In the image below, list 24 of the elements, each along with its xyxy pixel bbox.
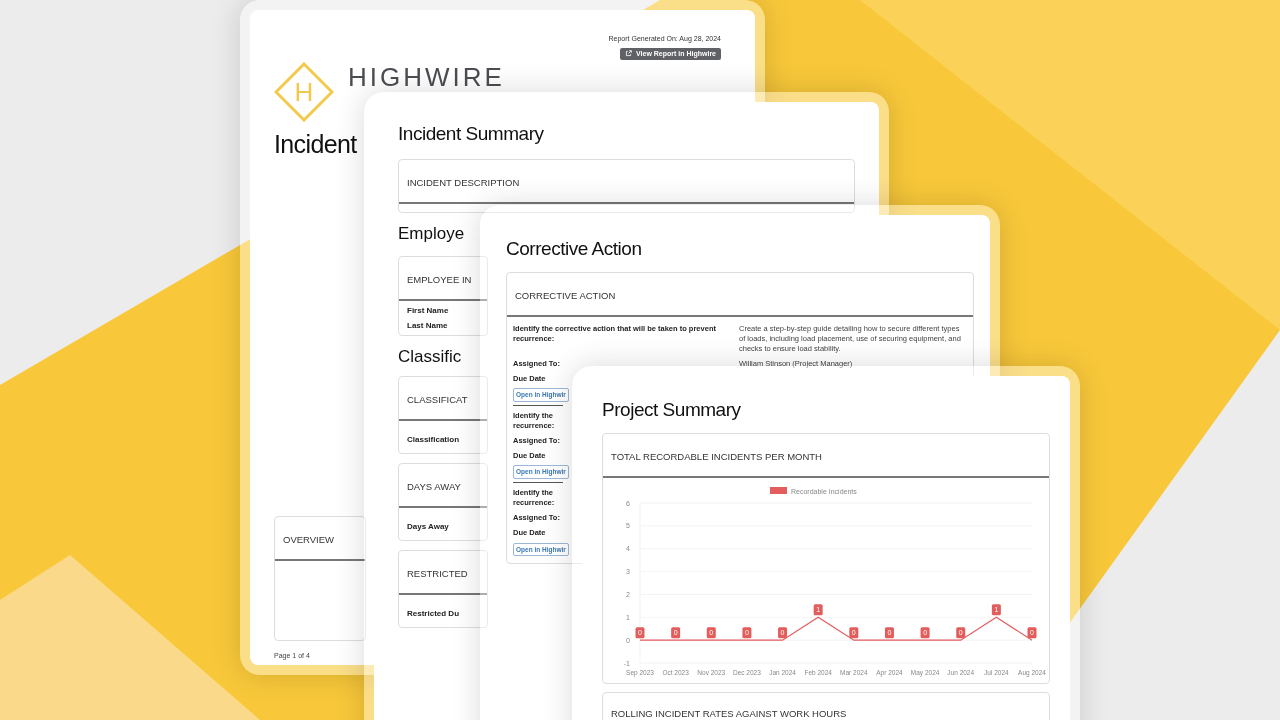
- section-title: Classific: [398, 346, 462, 368]
- page-title: Corrective Action: [506, 237, 642, 261]
- report-title: Incident: [274, 129, 357, 160]
- field-label: Days Away: [407, 521, 449, 531]
- section-header: CORRECTIVE ACTION: [515, 289, 616, 301]
- external-link-icon: [625, 50, 632, 58]
- section-title: Employe: [398, 222, 465, 245]
- section-header: INCIDENT DESCRIPTION: [407, 176, 520, 188]
- logo-icon: H: [274, 62, 334, 122]
- section-header: EMPLOYEE IN: [407, 274, 472, 285]
- page-title: Incident Summary: [398, 122, 544, 146]
- section-header: OVERVIEW: [283, 533, 335, 545]
- field-label: Classification: [407, 434, 459, 444]
- field-label: Restricted Du: [407, 608, 459, 618]
- page-title: Project Summary: [602, 398, 741, 422]
- section-header: DAYS AWAY: [407, 480, 461, 492]
- section-header: ROLLING INCIDENT RATES AGAINST WORK HOURS: [611, 707, 847, 719]
- brand-name: HIGHWIRE: [348, 62, 505, 92]
- section-header: RESTRICTED: [407, 567, 468, 579]
- section-header: CLASSIFICAT: [407, 393, 468, 405]
- legend-swatch: [770, 486, 787, 494]
- field-label: Last Name: [407, 320, 448, 332]
- section-header: TOTAL RECORDABLE INCIDENTS PER MONTH: [611, 450, 822, 462]
- field-label: First Name: [407, 305, 449, 317]
